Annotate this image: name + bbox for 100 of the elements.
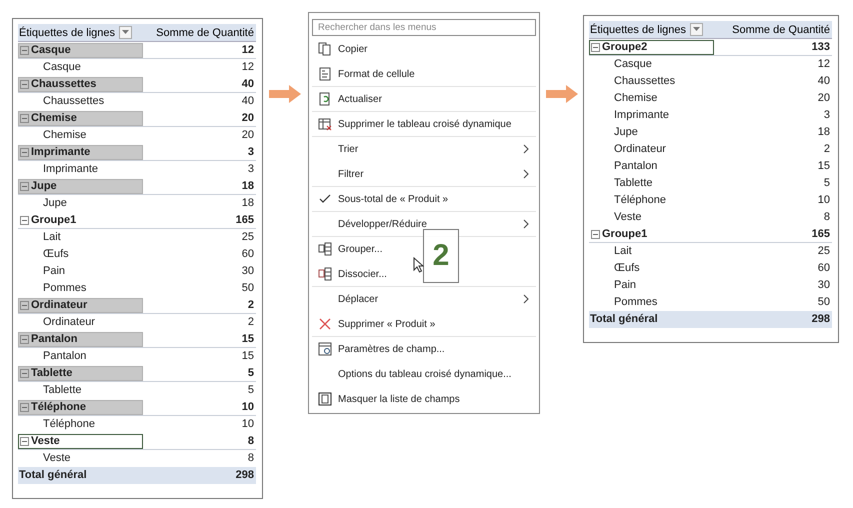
table-cell-text: 12 bbox=[816, 58, 831, 70]
collapse-icon[interactable] bbox=[591, 42, 600, 52]
field-list-icon bbox=[318, 392, 332, 406]
cursor-icon bbox=[413, 257, 424, 273]
format-cells-icon bbox=[318, 67, 332, 81]
collapse-icon[interactable] bbox=[20, 368, 29, 378]
menu-item[interactable]: Supprimer « Produit » bbox=[312, 311, 536, 336]
collapse-icon[interactable] bbox=[20, 46, 29, 54]
right-arrow-icon bbox=[546, 85, 578, 103]
menu-item[interactable]: Sous-total de « Produit » bbox=[312, 186, 536, 211]
search-field[interactable]: Rechercher dans les menus bbox=[312, 19, 536, 36]
table-cell-text: Veste bbox=[613, 210, 643, 224]
group-row-label[interactable]: Jupe bbox=[18, 178, 143, 194]
menu-item[interactable]: Options du tableau croisé dynamique... bbox=[312, 361, 536, 386]
table-cell-text: 15 bbox=[240, 333, 255, 345]
chevron-right-icon bbox=[523, 294, 530, 304]
menu-item[interactable]: Masquer la liste de champs bbox=[312, 386, 536, 411]
collapse-icon[interactable] bbox=[20, 334, 29, 344]
table-cell-text: 60 bbox=[816, 262, 831, 274]
group-row-label[interactable]: Casque bbox=[18, 42, 143, 58]
table-cell-text: 25 bbox=[816, 245, 831, 257]
group-row-label[interactable]: Pantalon bbox=[18, 332, 143, 346]
table-cell-text: 5 bbox=[246, 384, 255, 396]
table-cell-text: Veste bbox=[42, 451, 72, 466]
table-cell-text: Imprimante bbox=[613, 108, 670, 122]
collapse-icon[interactable] bbox=[20, 148, 29, 156]
table-cell-text: 40 bbox=[240, 78, 255, 90]
chevron-right-icon bbox=[523, 144, 530, 154]
collapse-icon[interactable] bbox=[20, 114, 29, 122]
table-cell-text: 60 bbox=[240, 248, 255, 260]
menu-item[interactable]: Format de cellule bbox=[312, 61, 536, 86]
group-row-label[interactable]: Groupe1 bbox=[589, 226, 714, 242]
group-row-label[interactable]: Groupe2 bbox=[589, 40, 714, 54]
delete-table-icon bbox=[318, 117, 332, 131]
group-row-label[interactable]: Chemise bbox=[18, 110, 143, 126]
table-cell-text: Chaussettes bbox=[613, 74, 676, 88]
collapse-icon[interactable] bbox=[20, 182, 29, 190]
collapse-icon[interactable] bbox=[20, 402, 29, 412]
table-cell-text: 8 bbox=[822, 211, 831, 223]
table-cell-text: Lait bbox=[613, 244, 633, 258]
table-cell-text: 20 bbox=[816, 92, 831, 104]
table-cell-text: Œufs bbox=[613, 261, 641, 276]
collapse-icon[interactable] bbox=[20, 300, 29, 310]
table-cell-text: 50 bbox=[240, 282, 255, 294]
filter-dropdown-button[interactable] bbox=[119, 26, 132, 39]
collapse-icon[interactable] bbox=[20, 436, 29, 446]
table-cell-text: 25 bbox=[240, 231, 255, 243]
chevron-right-icon bbox=[523, 219, 530, 229]
table-cell-text: Pantalon bbox=[42, 349, 88, 364]
menu-item[interactable]: Filtrer bbox=[312, 161, 536, 186]
menu-item[interactable]: Paramètres de champ... bbox=[312, 336, 536, 361]
table-cell-text: Ordinateur bbox=[613, 142, 667, 156]
table-cell-text: Tablette bbox=[613, 176, 654, 190]
menu-item[interactable]: Supprimer le tableau croisé dynamique bbox=[312, 111, 536, 136]
table-cell-text: Chaussettes bbox=[42, 94, 106, 108]
collapse-icon[interactable] bbox=[591, 230, 600, 238]
table-cell-text: 40 bbox=[240, 95, 255, 107]
table-cell-text: Pantalon bbox=[613, 159, 658, 174]
menu-item[interactable]: Trier bbox=[312, 136, 536, 161]
group-row-label[interactable]: Veste bbox=[18, 434, 143, 448]
table-cell-text: 20 bbox=[240, 112, 255, 124]
group-row-label[interactable]: Chaussettes bbox=[18, 76, 143, 92]
group-row-label[interactable]: Ordinateur bbox=[18, 298, 143, 312]
caret-icon bbox=[122, 30, 130, 35]
table-cell-text: Pain bbox=[613, 278, 638, 292]
table-cell-text: Ordinateur bbox=[42, 315, 96, 330]
menu-item[interactable]: Déplacer bbox=[312, 286, 536, 311]
column-header: Somme de Quantité bbox=[156, 26, 254, 38]
collapse-icon[interactable] bbox=[20, 80, 29, 88]
table-cell-text: Jupe bbox=[42, 196, 68, 210]
table-cell-text: Casque bbox=[42, 60, 82, 74]
collapse-icon[interactable] bbox=[20, 216, 29, 224]
table-cell-text: 10 bbox=[240, 401, 255, 413]
ungroup-icon bbox=[318, 267, 332, 281]
chevron-right-icon bbox=[523, 169, 530, 179]
table-cell: 298 bbox=[236, 469, 254, 481]
group-row-label[interactable]: Imprimante bbox=[18, 144, 143, 160]
group-icon bbox=[318, 242, 332, 256]
table-cell-text: 2 bbox=[822, 143, 831, 155]
table-cell-text: 3 bbox=[246, 146, 255, 158]
table-cell-text: 40 bbox=[816, 75, 831, 87]
table-cell-text: 30 bbox=[816, 279, 831, 291]
table-cell-text: 2 bbox=[246, 316, 255, 328]
menu-item[interactable]: Actualiser bbox=[312, 86, 536, 111]
menu-item[interactable]: Copier bbox=[312, 36, 536, 61]
table-cell-text: Téléphone bbox=[42, 417, 96, 432]
group-row-label[interactable]: Téléphone bbox=[18, 400, 143, 414]
group-row-label[interactable]: Tablette bbox=[18, 366, 143, 380]
group-row-label[interactable]: Groupe1 bbox=[18, 212, 143, 228]
table-cell-text: 10 bbox=[240, 418, 255, 430]
table-cell-text: 5 bbox=[822, 177, 831, 189]
filter-dropdown-button[interactable] bbox=[690, 23, 704, 36]
table-cell-text: 30 bbox=[240, 265, 255, 277]
step-callout: 2 bbox=[423, 229, 459, 283]
table-cell-text: Tablette bbox=[42, 383, 83, 398]
table-cell-text: Pommes bbox=[613, 295, 658, 310]
table-cell-text: Jupe bbox=[613, 125, 639, 140]
copy-icon bbox=[318, 42, 332, 56]
table-cell-text: 15 bbox=[816, 160, 831, 172]
table-cell-text: Chemise bbox=[613, 91, 658, 106]
